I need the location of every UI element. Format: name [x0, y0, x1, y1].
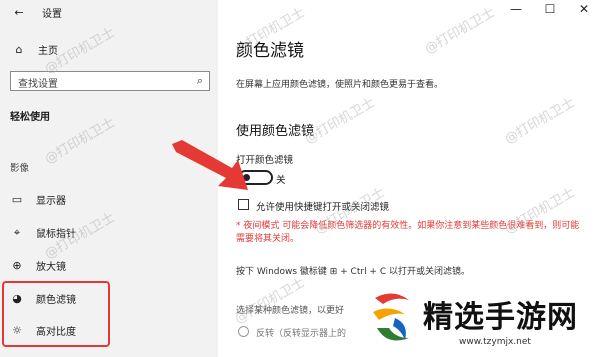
minimize-button[interactable]: —: [506, 2, 526, 18]
home-item[interactable]: ⌂ 主页: [12, 42, 59, 57]
home-icon: ⌂: [15, 43, 23, 56]
shortcut-checkbox[interactable]: [238, 199, 249, 210]
group-label-text: 影像: [10, 163, 30, 174]
search-placeholder: 查找设置: [18, 79, 58, 90]
sidebar-item-mouse-pointer[interactable]: ⌖ 鼠标指针: [10, 225, 76, 241]
invert-radio[interactable]: [238, 326, 249, 337]
maximize-button[interactable]: ☐: [540, 2, 560, 18]
section-heading: 使用颜色滤镜: [236, 124, 315, 139]
night-mode-note: * 夜间模式 可能会降低颜色筛选器的有效性。如果你注意到某些颜色很难看到，则可能…: [236, 221, 580, 244]
page-description: 在屏幕上应用颜色滤镜，使照片和颜色更易于查看。: [236, 80, 444, 90]
section-title: 轻松使用: [10, 108, 50, 123]
sidebar-item-label: 显示器: [36, 196, 66, 207]
sidebar-item-display[interactable]: ▭ 显示器: [10, 192, 66, 207]
close-button[interactable]: ✕: [574, 2, 594, 18]
group-label: 影像: [10, 160, 29, 174]
monitor-icon: ▭: [11, 193, 23, 206]
sidebar-item-label: 放大镜: [36, 262, 66, 273]
highlight-box: [2, 281, 110, 347]
title-bar: ← 设置: [12, 5, 62, 20]
search-icon[interactable]: ⌕: [197, 74, 203, 88]
pointer-icon: ⌖: [13, 225, 21, 239]
section-title-text: 轻松使用: [10, 112, 50, 123]
invert-label: 反转（反转显示器上的: [256, 329, 347, 339]
page-title: 颜色滤镜: [236, 41, 304, 61]
pointing-arrow-icon: [172, 140, 248, 190]
checkbox-label: 允许使用快捷键打开或关闭滤镜: [256, 202, 390, 213]
toggle-state: 关: [276, 175, 286, 186]
sidebar-item-label: 鼠标指针: [36, 229, 76, 240]
sidebar-item-magnifier[interactable]: ⊕ 放大镜: [10, 258, 66, 273]
back-arrow-icon[interactable]: ←: [12, 6, 26, 20]
window-title: 设置: [42, 9, 62, 20]
home-label: 主页: [38, 46, 58, 57]
magnifier-icon: ⊕: [12, 259, 22, 272]
search-input[interactable]: 查找设置 ⌕: [10, 71, 210, 91]
select-filter-text: 选择某种颜色滤镜，以更好: [236, 306, 345, 316]
brand-logo-icon: [373, 293, 409, 341]
promo-brand: 精选手游网: [423, 300, 578, 335]
promo-banner: 精选手游网 www.tzymjx.net: [353, 284, 600, 357]
shortcut-text: 按下 Windows 徽标键 ⊞ + Ctrl + C 以打开或关闭滤镜。: [236, 267, 470, 277]
promo-url: www.tzymjx.net: [459, 337, 531, 347]
